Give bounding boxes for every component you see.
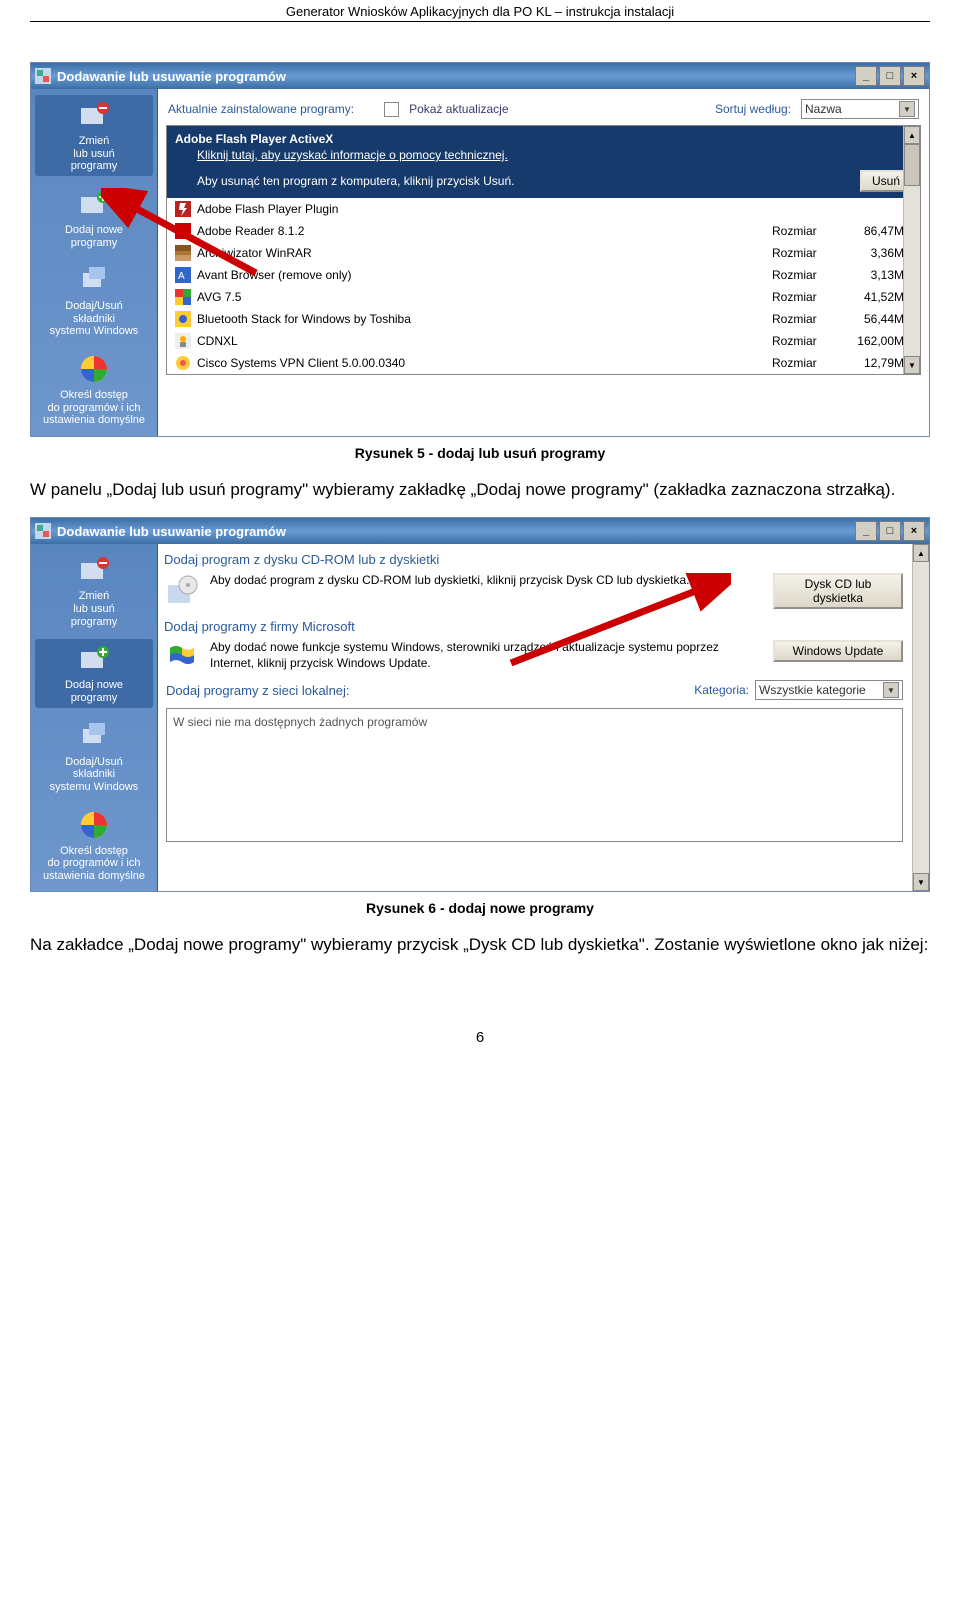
support-link[interactable]: Kliknij tutaj, aby uzyskać informacje o … <box>197 148 508 162</box>
label-installed: Aktualnie zainstalowane programy: <box>168 102 354 116</box>
svg-text:A: A <box>178 271 185 282</box>
box-add-icon <box>77 187 111 221</box>
paragraph-2: Na zakładce „Dodaj nowe programy" wybier… <box>30 932 930 958</box>
program-access-icon <box>77 352 111 386</box>
sidebar: Zmieńlub usuńprogramy Dodaj noweprogramy… <box>31 89 158 436</box>
selected-title: Adobe Flash Player ActiveX <box>175 132 333 146</box>
cdnxl-icon <box>175 333 191 349</box>
box-remove-icon <box>77 553 111 587</box>
paragraph-1: W panelu „Dodaj lub usuń programy" wybie… <box>30 477 930 503</box>
sidebar-item-change-remove[interactable]: Zmieńlub usuńprogramy <box>35 95 153 176</box>
window-title: Dodawanie lub usuwanie programów <box>57 69 855 84</box>
list-item[interactable]: Cisco Systems VPN Client 5.0.00.0340Rozm… <box>167 352 920 374</box>
list-item[interactable]: AAvant Browser (remove only)Rozmiar3,13M… <box>167 264 920 286</box>
section-lan: Dodaj programy z sieci lokalnej: <box>166 683 350 698</box>
windows-flag-icon <box>166 640 200 674</box>
sidebar: Zmieńlub usuńprogramy Dodaj noweprogramy… <box>31 544 158 891</box>
program-access-icon <box>77 808 111 842</box>
close-button[interactable]: × <box>903 66 925 86</box>
app-icon <box>35 68 51 84</box>
vertical-scrollbar[interactable]: ▲ ▼ <box>903 126 920 374</box>
sidebar-item-add-new[interactable]: Dodaj noweprogramy <box>35 184 153 252</box>
scroll-down-icon[interactable]: ▼ <box>904 356 920 374</box>
bluetooth-icon <box>175 311 191 327</box>
vertical-scrollbar[interactable]: ▲ ▼ <box>912 544 929 891</box>
filter-row: Aktualnie zainstalowane programy: Pokaż … <box>158 89 929 125</box>
pdf-icon: A <box>175 223 191 239</box>
avg-icon <box>175 289 191 305</box>
ms-text: Aby dodać nowe funkcje systemu Windows, … <box>210 640 763 674</box>
doc-header: Generator Wniosków Aplikacyjnych dla PO … <box>30 0 930 21</box>
window-title: Dodawanie lub usuwanie programów <box>57 524 855 539</box>
sidebar-item-program-access[interactable]: Określ dostępdo programów i ichustawieni… <box>35 349 153 430</box>
box-add-icon <box>77 642 111 676</box>
cd-box-icon <box>166 573 200 607</box>
winrar-icon <box>175 245 191 261</box>
app-icon <box>35 523 51 539</box>
label-sort-by: Sortuj według: <box>715 102 791 116</box>
scroll-down-icon[interactable]: ▼ <box>913 873 929 891</box>
header-rule <box>30 21 930 22</box>
titlebar: Dodawanie lub usuwanie programów _ □ × <box>31 63 929 89</box>
list-item[interactable]: Adobe Flash Player Plugin <box>167 198 920 220</box>
sidebar-item-add-new[interactable]: Dodaj noweprogramy <box>35 639 153 707</box>
maximize-button[interactable]: □ <box>879 66 901 86</box>
sidebar-item-windows-components[interactable]: Dodaj/Usuńskładnikisystemu Windows <box>35 260 153 341</box>
windows-update-button[interactable]: Windows Update <box>773 640 903 662</box>
scroll-up-icon[interactable]: ▲ <box>904 126 920 144</box>
sidebar-item-change-remove[interactable]: Zmieńlub usuńprogramy <box>35 550 153 631</box>
selected-program[interactable]: Adobe Flash Player ActiveX Kliknij tutaj… <box>167 126 920 198</box>
cd-text: Aby dodać program z dysku CD-ROM lub dys… <box>210 573 763 609</box>
scroll-thumb[interactable] <box>904 144 920 186</box>
remove-hint: Aby usunąć ten program z komputera, klik… <box>197 174 860 188</box>
window-add-remove-2: Dodawanie lub usuwanie programów _ □ × Z… <box>30 517 930 892</box>
category-dropdown[interactable]: Wszystkie kategorie▼ <box>755 680 903 700</box>
flash-icon <box>175 201 191 217</box>
avant-icon: A <box>175 267 191 283</box>
label-category: Kategoria: <box>694 683 749 697</box>
chevron-down-icon: ▼ <box>883 682 899 698</box>
figure-caption-5: Rysunek 5 - dodaj lub usuń programy <box>30 445 930 461</box>
close-button[interactable]: × <box>903 521 925 541</box>
box-remove-icon <box>77 98 111 132</box>
cd-or-floppy-button[interactable]: Dysk CD lub dyskietka <box>773 573 903 609</box>
windows-components-icon <box>77 263 111 297</box>
sort-dropdown[interactable]: Nazwa▼ <box>801 99 919 119</box>
empty-text: W sieci nie ma dostępnych żadnych progra… <box>173 715 427 729</box>
sidebar-item-program-access[interactable]: Określ dostępdo programów i ichustawieni… <box>35 805 153 886</box>
list-item[interactable]: AAdobe Reader 8.1.2Rozmiar86,47MB <box>167 220 920 242</box>
cisco-icon <box>175 355 191 371</box>
section-ms: Dodaj programy z firmy Microsoft <box>164 619 911 634</box>
page-number: 6 <box>30 1029 930 1046</box>
list-item[interactable]: CDNXLRozmiar162,00MB <box>167 330 920 352</box>
windows-components-icon <box>77 719 111 753</box>
scroll-up-icon[interactable]: ▲ <box>913 544 929 562</box>
figure-caption-6: Rysunek 6 - dodaj nowe programy <box>30 900 930 916</box>
list-item[interactable]: AVG 7.5Rozmiar41,52MB <box>167 286 920 308</box>
minimize-button[interactable]: _ <box>855 521 877 541</box>
list-item[interactable]: Archiwizator WinRARRozmiar3,36MB <box>167 242 920 264</box>
list-item[interactable]: Bluetooth Stack for Windows by ToshibaRo… <box>167 308 920 330</box>
window-add-remove-1: Dodawanie lub usuwanie programów _ □ × Z… <box>30 62 930 437</box>
minimize-button[interactable]: _ <box>855 66 877 86</box>
network-programs-box: W sieci nie ma dostępnych żadnych progra… <box>166 708 903 842</box>
chevron-down-icon: ▼ <box>899 101 915 117</box>
maximize-button[interactable]: □ <box>879 521 901 541</box>
section-cd: Dodaj program z dysku CD-ROM lub z dyski… <box>164 552 911 567</box>
sidebar-item-windows-components[interactable]: Dodaj/Usuńskładnikisystemu Windows <box>35 716 153 797</box>
program-list: Adobe Flash Player ActiveX Kliknij tutaj… <box>166 125 921 375</box>
titlebar: Dodawanie lub usuwanie programów _ □ × <box>31 518 929 544</box>
svg-text:A: A <box>178 227 184 237</box>
show-updates-checkbox[interactable] <box>384 102 399 117</box>
label-show-updates: Pokaż aktualizacje <box>409 102 508 116</box>
